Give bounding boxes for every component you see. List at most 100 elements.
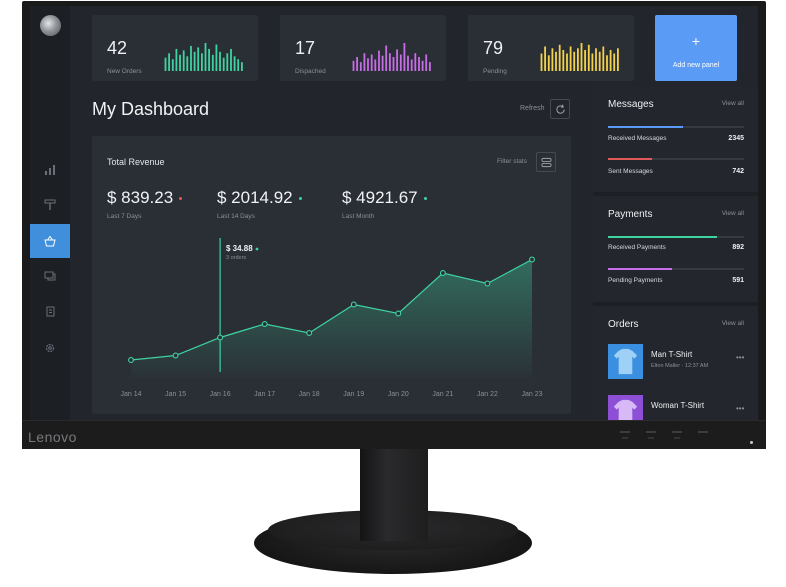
spark-bar	[547, 55, 550, 71]
monitor-button[interactable]	[672, 431, 682, 433]
filter-stats-label[interactable]: Filter stats	[497, 158, 527, 165]
monitor-button[interactable]	[698, 431, 708, 433]
kpi-label: Last 14 Days	[217, 213, 255, 220]
orders-section: Orders View all Man T-Shirt Elton Maller…	[593, 306, 758, 420]
stat-card-dispached[interactable]: 17 Dispached	[280, 15, 446, 81]
sidebar-item-messages[interactable]	[30, 259, 70, 293]
data-point[interactable]	[484, 280, 491, 287]
x-tick-label: Jan 22	[477, 391, 498, 398]
spark-bar	[367, 58, 369, 71]
spark-bar	[555, 51, 557, 71]
more-options-icon[interactable]: •••	[736, 353, 744, 362]
section-title: Payments	[608, 209, 653, 220]
spark-bar	[606, 55, 608, 71]
spark-bar	[190, 45, 192, 71]
data-point[interactable]	[395, 310, 402, 317]
x-tick-label: Jan 14	[120, 391, 141, 398]
add-panel-label: Add new panel	[672, 62, 720, 69]
trend-up-icon	[423, 197, 427, 201]
kpi-value-row: $ 4921.67	[342, 188, 427, 208]
spark-bar	[168, 53, 170, 71]
chart-tooltip-value: $ 34.88	[226, 244, 253, 253]
control-label	[622, 437, 628, 439]
basket-icon	[44, 235, 56, 247]
spark-bar	[421, 60, 424, 71]
sparkline-chart	[164, 43, 243, 71]
spark-bar	[562, 50, 565, 71]
view-all-link[interactable]: View all	[722, 210, 744, 217]
sidebar-item-documents[interactable]	[30, 295, 70, 329]
spark-bar	[569, 46, 572, 71]
avatar[interactable]	[40, 15, 61, 36]
sidebar-item-stats[interactable]	[30, 153, 70, 187]
spark-bar	[587, 44, 590, 71]
data-point[interactable]	[172, 352, 179, 359]
spark-bar	[577, 48, 579, 71]
add-new-panel-button[interactable]: + Add new panel	[655, 15, 737, 81]
spark-bar	[175, 48, 178, 71]
kpi-value: $ 2014.92	[217, 188, 293, 207]
data-point[interactable]	[529, 256, 535, 263]
spark-bar	[186, 56, 189, 71]
spark-bar	[399, 54, 402, 71]
tshirt-thumbnail-icon	[608, 344, 643, 379]
spark-bar	[566, 53, 568, 71]
chat-icon	[44, 271, 56, 281]
sidebar-item-settings[interactable]	[30, 331, 70, 365]
filter-toggle-icon	[540, 157, 552, 167]
spark-bar	[352, 60, 355, 71]
order-meta: Elton Maller · 12:37 AM	[651, 363, 709, 369]
stat-value: 892	[732, 244, 744, 251]
spark-bar	[241, 62, 243, 71]
spark-bar	[551, 48, 554, 71]
data-point[interactable]	[439, 270, 446, 276]
data-point[interactable]	[306, 330, 313, 336]
spark-bar	[418, 57, 420, 71]
spark-bar	[591, 53, 594, 71]
x-tick-label: Jan 16	[210, 391, 231, 398]
kpi-last-14-days: $ 2014.92 Last 14 Days	[217, 188, 302, 220]
monitor-button[interactable]	[620, 431, 630, 433]
spark-bar	[558, 44, 561, 71]
spark-bar	[414, 53, 417, 71]
spark-bar	[540, 53, 543, 71]
spark-bar	[197, 47, 200, 71]
x-tick-label: Jan 15	[165, 391, 186, 398]
filter-stats-button[interactable]	[536, 152, 556, 172]
spark-bar	[429, 62, 431, 71]
order-item[interactable]: Woman T-Shirt •••	[608, 395, 748, 420]
monitor-button[interactable]	[646, 431, 656, 433]
kpi-value-row: $ 2014.92	[217, 188, 302, 208]
order-name: Woman T-Shirt	[651, 401, 705, 410]
refresh-icon	[555, 104, 565, 114]
spark-bar	[598, 51, 601, 71]
refresh-label[interactable]: Refresh	[520, 105, 545, 112]
dashboard-screen: 42 New Orders 17 Dispached 79 Pending + …	[30, 6, 758, 420]
stat-card-pending[interactable]: 79 Pending	[468, 15, 634, 81]
view-all-link[interactable]: View all	[722, 100, 744, 107]
spark-bar	[602, 46, 605, 71]
total-revenue-panel: Jan 14 Jan 15 Jan 16 Jan 17 Jan 18 Jan 19 Jan …	[92, 136, 571, 414]
spark-bar	[573, 51, 576, 71]
more-options-icon[interactable]: •••	[736, 404, 744, 413]
view-all-link[interactable]: View all	[722, 320, 744, 327]
stat-label: Sent Messages	[608, 168, 653, 175]
stat-value: 2345	[728, 135, 744, 142]
spark-bar	[237, 59, 240, 71]
spark-bar	[193, 51, 196, 71]
sidebar-item-orders[interactable]	[30, 224, 70, 258]
stat-label: Dispached	[295, 68, 326, 75]
data-point[interactable]	[128, 357, 134, 363]
spark-bar	[584, 50, 586, 71]
stat-label: Pending	[483, 68, 507, 75]
refresh-button[interactable]	[550, 99, 570, 119]
x-tick-label: Jan 20	[388, 391, 409, 398]
data-point[interactable]	[217, 334, 224, 341]
order-item[interactable]: Man T-Shirt Elton Maller · 12:37 AM •••	[608, 344, 748, 380]
plus-icon: +	[691, 33, 701, 49]
stat-card-new-orders[interactable]: 42 New Orders	[92, 15, 258, 81]
data-point[interactable]	[261, 321, 268, 327]
sidebar-item-design[interactable]	[30, 188, 70, 222]
data-point[interactable]	[350, 301, 357, 308]
spark-bar	[219, 51, 221, 71]
